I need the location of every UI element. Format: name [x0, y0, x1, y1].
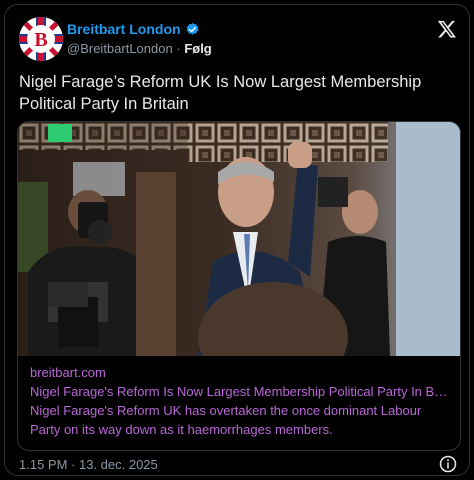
separator: · [176, 41, 181, 56]
article-photo [18, 122, 460, 356]
avatar[interactable]: B [19, 17, 63, 61]
card-domain: breitbart.com [30, 365, 106, 380]
handle-row: @BreitbartLondon · Følg [67, 41, 212, 56]
verified-badge-icon [185, 22, 200, 37]
svg-text:B: B [34, 29, 47, 51]
follow-button[interactable]: Følg [184, 41, 211, 56]
link-card[interactable]: breitbart.com Nigel Farage's Reform Is N… [17, 121, 461, 451]
account-name-row: Breitbart London [67, 21, 200, 37]
tweet-embed: B Breitbart London @BreitbartLondon · Fø… [4, 4, 470, 476]
info-icon[interactable] [439, 455, 457, 473]
timestamp[interactable]: 1.15 PM · 13. dec. 2025 [19, 457, 158, 472]
breitbart-logo: B [19, 17, 63, 61]
card-description: Nigel Farage's Reform UK has overtaken t… [30, 403, 422, 437]
account-name[interactable]: Breitbart London [67, 21, 181, 37]
card-title: Nigel Farage's Reform Is Now Largest Mem… [30, 384, 450, 399]
card-text: breitbart.com Nigel Farage's Reform Is N… [18, 356, 460, 450]
tweet-text: Nigel Farage’s Reform UK Is Now Largest … [19, 73, 422, 113]
account-handle[interactable]: @BreitbartLondon [67, 41, 173, 56]
x-logo-icon[interactable] [437, 19, 457, 39]
